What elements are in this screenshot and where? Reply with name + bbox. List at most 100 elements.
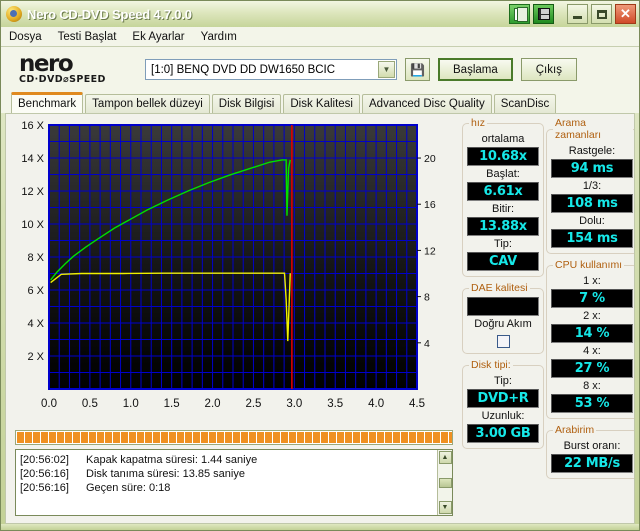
y-tick-left: 2 X — [27, 351, 44, 363]
progress-segment — [313, 432, 320, 443]
menu-item-yardim[interactable]: Yardım — [201, 31, 237, 43]
progress-segment — [193, 432, 200, 443]
y-tick-left: 14 X — [21, 153, 44, 165]
seek-third-label: 1/3: — [582, 180, 602, 192]
progress-segment — [369, 432, 376, 443]
progress-segment — [81, 432, 88, 443]
y-tick-left: 8 X — [27, 252, 44, 264]
save-button[interactable] — [533, 4, 554, 24]
cpu-4x-value: 27 % — [551, 359, 633, 378]
menu-item-dosya[interactable]: Dosya — [9, 31, 42, 43]
tab-disk-kalitesi[interactable]: Disk Kalitesi — [283, 94, 360, 113]
title-bar: Nero CD-DVD Speed 4.7.0.0 ✕ — [1, 1, 639, 27]
seek-full-label: Dolu: — [579, 215, 605, 227]
progress-segment — [425, 432, 432, 443]
progress-segment — [49, 432, 56, 443]
cpu-usage-group: CPU kullanımı 1 x: 7 % 2 x: 14 % 4 x: 27… — [546, 259, 634, 419]
tab-disk-bilgisi[interactable]: Disk Bilgisi — [211, 94, 282, 113]
speed-group-legend: hız — [471, 117, 486, 129]
dae-checkbox[interactable] — [496, 335, 510, 348]
cpu-2x-label: 2 x: — [583, 310, 601, 322]
progress-segment — [393, 432, 400, 443]
speed-group: hız ortalama 10.68x Başlat: 6.61x Bitir:… — [462, 117, 544, 277]
dae-quality-legend: DAE kalitesi — [471, 282, 528, 294]
chart-column: 2 X 4 X 6 X 8 X 10 X 12 X 14 X 16 X 4 8 12 16 20 0.0 0… — [9, 117, 459, 520]
cpu-2x-value: 14 % — [551, 324, 633, 343]
copy-button[interactable] — [509, 4, 530, 24]
drive-select[interactable]: [1:0] BENQ DVD DD DW1650 BCIC ▼ — [145, 59, 397, 80]
tab-advanced-disc-quality[interactable]: Advanced Disc Quality — [362, 94, 492, 113]
menu-item-ek-ayarlar[interactable]: Ek Ayarlar — [132, 31, 184, 43]
burst-rate-value: 22 MB/s — [551, 454, 633, 473]
progress-segment — [385, 432, 392, 443]
progress-segment — [305, 432, 312, 443]
start-button[interactable]: Başlama — [438, 58, 513, 81]
drive-select-value: [1:0] BENQ DVD DD DW1650 BCIC — [151, 63, 336, 76]
dae-dc-label: Doğru Akım — [474, 318, 532, 330]
progress-segment — [89, 432, 96, 443]
progress-segment — [57, 432, 64, 443]
cpu-4x-label: 4 x: — [583, 345, 601, 357]
scroll-down-icon[interactable]: ▼ — [438, 501, 452, 514]
scrollbar-thumb[interactable] — [438, 477, 452, 488]
progress-segment — [153, 432, 160, 443]
progress-segment — [105, 432, 112, 443]
list-item: [20:56:02] Kapak kapatma süresi: 1.44 san… — [20, 453, 433, 467]
progress-segment — [361, 432, 368, 443]
chart-canvas: 2 X 4 X 6 X 8 X 10 X 12 X 14 X 16 X 4 8 12 16 20 0.0 0… — [21, 120, 436, 410]
log-text: Disk tanıma süresi: 13.85 saniye — [86, 468, 245, 480]
speed-end-value: 13.88x — [467, 217, 539, 236]
progress-segment — [169, 432, 176, 443]
progress-segment — [289, 432, 296, 443]
speed-average-label: ortalama — [481, 133, 525, 145]
log-scrollbar[interactable]: ▲ ▼ — [437, 450, 452, 515]
tab-tampon-bellek-duzeyi[interactable]: Tampon bellek düzeyi — [85, 94, 210, 113]
toolbar: nero CD·DVD⌀SPEED [1:0] BENQ DVD DD DW16… — [1, 47, 639, 92]
progress-segment — [441, 432, 448, 443]
progress-segment — [377, 432, 384, 443]
minimize-button[interactable] — [567, 4, 588, 24]
stats-column-left: hız ortalama 10.68x Başlat: 6.61x Bitir:… — [462, 117, 544, 520]
y-tick-left: 10 X — [21, 219, 44, 231]
scroll-up-icon[interactable]: ▲ — [438, 451, 452, 464]
exit-button[interactable]: Çıkış — [520, 58, 577, 81]
speed-start-value: 6.61x — [467, 182, 539, 201]
tab-bar: Benchmark Tampon bellek düzeyi Disk Bilg… — [1, 92, 639, 113]
chevron-down-icon[interactable]: ▼ — [378, 61, 395, 78]
app-window: Nero CD-DVD Speed 4.7.0.0 ✕ Dosya Testi … — [0, 0, 640, 531]
y-tick-left: 12 X — [21, 186, 44, 198]
x-tick: 3.5 — [327, 398, 343, 410]
y-tick-right: 8 — [424, 292, 430, 304]
status-bar — [1, 524, 639, 530]
eject-disc-icon: 💾 — [410, 62, 425, 77]
speed-start-label: Başlat: — [486, 168, 520, 180]
stats-panel: hız ortalama 10.68x Başlat: 6.61x Bitir:… — [462, 117, 634, 520]
tab-content-benchmark: 2 X 4 X 6 X 8 X 10 X 12 X 14 X 16 X 4 8 12 16 20 0.0 0… — [5, 113, 635, 524]
x-tick: 1.5 — [164, 398, 180, 410]
progress-segment — [337, 432, 344, 443]
tab-scandisc[interactable]: ScanDisc — [493, 94, 557, 113]
progress-segment — [73, 432, 80, 443]
cpu-1x-label: 1 x: — [583, 275, 601, 287]
progress-segment — [281, 432, 288, 443]
progress-segment — [249, 432, 256, 443]
y-tick-right: 12 — [424, 245, 436, 257]
menu-item-testi-baslat[interactable]: Testi Başlat — [58, 31, 117, 43]
seek-full-value: 154 ms — [551, 229, 633, 248]
app-icon — [6, 6, 22, 22]
maximize-button[interactable] — [591, 4, 612, 24]
stats-column-right: Arama zamanları Rastgele: 94 ms 1/3: 108… — [546, 117, 634, 520]
nero-logo: nero CD·DVD⌀SPEED — [9, 53, 137, 86]
logo-sub-text: CD·DVD⌀SPEED — [19, 74, 106, 85]
progress-segment — [321, 432, 328, 443]
tab-benchmark[interactable]: Benchmark — [11, 92, 84, 113]
log-text: Geçen süre: 0:18 — [86, 482, 171, 494]
benchmark-chart: 2 X 4 X 6 X 8 X 10 X 12 X 14 X 16 X 4 8 12 16 20 0.0 0… — [9, 117, 459, 427]
eject-button[interactable]: 💾 — [405, 58, 430, 81]
y-tick-right: 16 — [424, 199, 436, 211]
menu-bar: Dosya Testi Başlat Ek Ayarlar Yardım — [1, 27, 639, 47]
x-tick: 4.5 — [409, 398, 425, 410]
progress-segment — [225, 432, 232, 443]
interface-group: Arabirim Burst oranı: 22 MB/s — [546, 424, 634, 479]
close-button[interactable]: ✕ — [615, 4, 636, 24]
